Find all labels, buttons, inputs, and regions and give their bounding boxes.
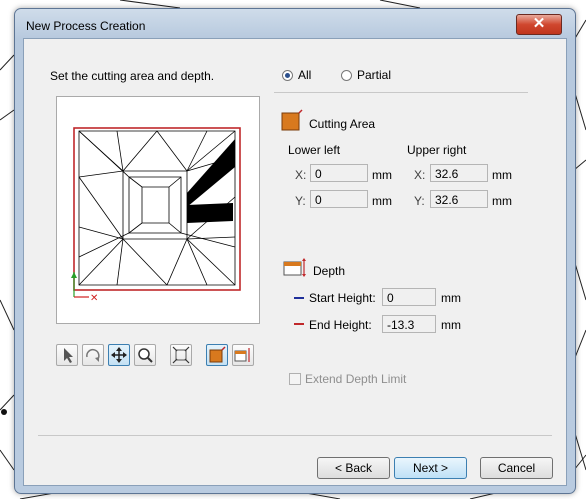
back-button[interactable]: < Back [317, 457, 390, 479]
end-height-unit: mm [441, 318, 461, 332]
lower-left-x-label: X: [295, 168, 307, 182]
extend-depth-limit-label: Extend Depth Limit [305, 372, 407, 386]
start-height-swatch [294, 297, 304, 299]
upper-right-y-field[interactable]: 32.6 [430, 190, 488, 208]
depth-heading: Depth [313, 264, 346, 278]
select-tool-button[interactable] [56, 344, 78, 366]
end-height-field[interactable]: -13.3 [382, 315, 436, 333]
bottom-divider [38, 435, 552, 436]
pan-tool-button[interactable] [108, 344, 130, 366]
start-height-unit: mm [441, 291, 461, 305]
start-height-field[interactable]: 0 [382, 288, 436, 306]
extend-depth-limit-checkbox[interactable] [289, 373, 301, 385]
pan-icon [111, 347, 127, 363]
select-arrow-icon [64, 348, 73, 363]
rotate-icon [86, 348, 100, 362]
fit-tool-button[interactable] [170, 344, 192, 366]
part-wireframe: ✕ [71, 127, 241, 304]
cutting-area-icon [281, 109, 303, 131]
lower-left-x-unit: mm [372, 168, 392, 182]
upper-right-x-unit: mm [492, 168, 512, 182]
cutting-area-tool-button[interactable] [206, 344, 228, 366]
end-height-label: End Height: [309, 318, 372, 332]
close-button[interactable]: ✕ [516, 14, 562, 35]
divider [274, 92, 528, 93]
lower-left-y-field[interactable]: 0 [310, 190, 368, 208]
preview-viewport[interactable]: ✕ [56, 96, 260, 324]
lower-left-label: Lower left [288, 143, 341, 157]
svg-text:✕: ✕ [90, 293, 98, 304]
dialog-title: New Process Creation [26, 19, 146, 33]
dialog-window: New Process Creation ✕ Set the cutting a… [14, 8, 576, 494]
upper-right-y-unit: mm [492, 194, 512, 208]
upper-right-x-label: X: [414, 168, 426, 182]
lower-left-y-label: Y: [295, 194, 306, 208]
cancel-button[interactable]: Cancel [480, 457, 553, 479]
upper-right-label: Upper right [407, 143, 467, 157]
cutting-area-tool-icon [209, 346, 226, 363]
upper-right-x-field[interactable]: 32.6 [430, 164, 488, 182]
upper-right-y-label: Y: [414, 194, 425, 208]
fit-icon [172, 346, 190, 364]
depth-tool-icon [234, 348, 250, 362]
start-height-label: Start Height: [309, 291, 376, 305]
depth-tool-button[interactable] [232, 344, 254, 366]
radio-all[interactable] [282, 70, 293, 81]
depth-icon [283, 258, 306, 277]
radio-all-label: All [298, 68, 312, 82]
end-height-swatch [294, 323, 304, 325]
zoom-tool-button[interactable] [134, 344, 156, 366]
lower-left-x-field[interactable]: 0 [310, 164, 368, 182]
instruction-text: Set the cutting area and depth. [50, 69, 215, 83]
lower-left-y-unit: mm [372, 194, 392, 208]
cutting-area-heading: Cutting Area [309, 117, 376, 131]
rotate-tool-button[interactable] [82, 344, 104, 366]
radio-partial[interactable] [341, 70, 352, 81]
dialog-body: Set the cutting area and depth. All Part… [23, 38, 567, 486]
next-button[interactable]: Next > [394, 457, 467, 479]
radio-partial-label: Partial [357, 68, 392, 82]
zoom-icon [138, 348, 153, 363]
